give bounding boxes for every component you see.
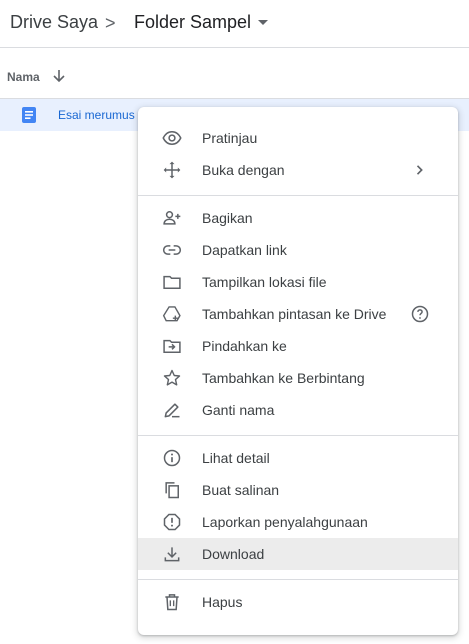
breadcrumb-root[interactable]: Drive Saya: [10, 12, 98, 33]
person-add-icon: [163, 211, 181, 225]
file-name[interactable]: Esai merumus: [58, 108, 135, 122]
menu-divider: [138, 195, 458, 196]
menu-item-copy[interactable]: Buat salinan: [138, 474, 458, 506]
menu-label: Pindahkan ke: [202, 338, 287, 354]
menu-divider: [138, 435, 458, 436]
menu-label: Buka dengan: [202, 162, 285, 178]
move-to-folder-icon: [163, 339, 181, 353]
menu-item-rename[interactable]: Ganti nama: [138, 394, 458, 426]
menu-item-star[interactable]: Tambahkan ke Berbintang: [138, 362, 458, 394]
menu-item-delete[interactable]: Hapus: [138, 586, 458, 618]
menu-label: Buat salinan: [202, 482, 280, 498]
list-column-header: Nama: [0, 49, 469, 97]
breadcrumb-current[interactable]: Folder Sampel: [134, 12, 251, 33]
info-icon: [163, 449, 181, 467]
menu-item-report[interactable]: Laporkan penyalahgunaan: [138, 506, 458, 538]
download-icon: [164, 547, 180, 562]
menu-item-open-with[interactable]: Buka dengan: [138, 154, 458, 186]
pencil-icon: [164, 403, 180, 418]
chevron-right-icon: [416, 165, 423, 175]
menu-item-download[interactable]: Download: [138, 538, 458, 570]
menu-divider: [138, 579, 458, 580]
breadcrumb-separator: >: [105, 13, 116, 33]
menu-item-share[interactable]: Bagikan: [138, 202, 458, 234]
context-menu: Pratinjau Buka dengan Bagikan Dapatkan l…: [138, 107, 458, 635]
menu-item-preview[interactable]: Pratinjau: [138, 122, 458, 154]
link-icon: [162, 245, 182, 255]
menu-label: Pratinjau: [202, 130, 258, 146]
menu-label: Ganti nama: [202, 402, 275, 418]
help-icon[interactable]: [410, 304, 430, 324]
chevron-down-icon[interactable]: [258, 20, 268, 25]
column-name-header[interactable]: Nama: [7, 70, 40, 84]
copy-icon: [165, 482, 179, 499]
drive-shortcut-icon: [162, 306, 181, 322]
eye-icon: [162, 130, 182, 146]
menu-label: Bagikan: [202, 210, 253, 226]
menu-item-move[interactable]: Pindahkan ke: [138, 330, 458, 362]
menu-label: Tambahkan ke Berbintang: [202, 370, 365, 386]
menu-label: Dapatkan link: [202, 242, 287, 258]
menu-label: Tampilkan lokasi file: [202, 274, 327, 290]
folder-icon: [163, 275, 181, 289]
star-icon: [163, 369, 181, 386]
menu-label: Lihat detail: [202, 450, 270, 466]
menu-item-add-shortcut[interactable]: Tambahkan pintasan ke Drive: [138, 298, 458, 330]
report-icon: [163, 513, 181, 531]
menu-label: Download: [202, 546, 265, 562]
move-arrows-icon: [163, 161, 181, 179]
menu-label: Laporkan penyalahgunaan: [202, 514, 368, 530]
docs-icon: [22, 107, 36, 123]
menu-label: Hapus: [202, 594, 243, 610]
menu-label: Tambahkan pintasan ke Drive: [202, 306, 387, 322]
arrow-down-icon[interactable]: [51, 68, 67, 84]
menu-item-details[interactable]: Lihat detail: [138, 442, 458, 474]
trash-icon: [165, 594, 179, 611]
menu-item-show-location[interactable]: Tampilkan lokasi file: [138, 266, 458, 298]
menu-item-get-link[interactable]: Dapatkan link: [138, 234, 458, 266]
drive-header: Drive Saya > Folder Sampel: [0, 0, 469, 48]
